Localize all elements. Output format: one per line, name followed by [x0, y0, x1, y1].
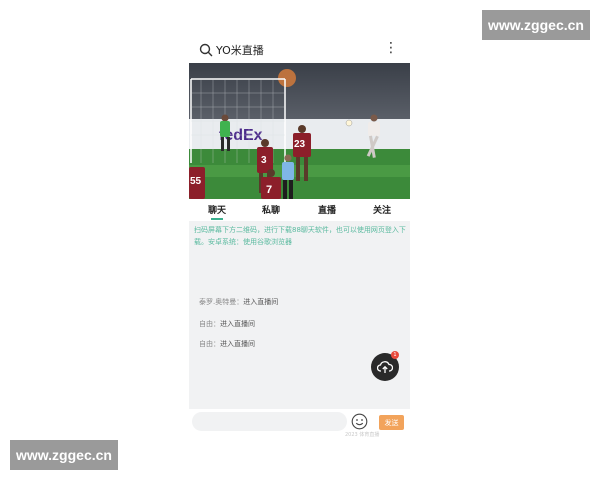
chat-text: 进入直播间: [243, 298, 279, 306]
stadium-stands: [189, 63, 410, 119]
tab-live[interactable]: 直播: [318, 203, 336, 216]
jersey-number-23: 23: [294, 139, 306, 150]
tab-private-chat[interactable]: 私聊: [262, 203, 280, 216]
tab-chat[interactable]: 聊天: [208, 203, 226, 216]
watermark-top: www.zggec.cn: [482, 10, 590, 40]
live-video-player[interactable]: fedEx 55 3 23 7: [189, 63, 410, 199]
tab-bar: 聊天 私聊 直播 关注: [189, 199, 410, 221]
watermark-bottom: www.zggec.cn: [10, 440, 118, 470]
chat-message: 泰罗.奥特曼：进入直播间: [199, 297, 278, 307]
jersey-number-55: 55: [190, 176, 202, 187]
chat-input[interactable]: [192, 412, 347, 431]
chat-panel[interactable]: 扫码屏幕下方二维码，进行下载88聊天软件，也可以使用网页登入下载。安卓系统：使用…: [189, 221, 410, 409]
chat-text: 进入直播间: [220, 320, 255, 328]
jersey-number-3: 3: [261, 155, 267, 166]
app-screen: YO米直播 ⋮ fedEx 55 3 23 7 聊天 私聊 直播 关注 扫码屏幕…: [189, 36, 410, 440]
notification-badge: 1: [391, 351, 399, 359]
stadium-light: [278, 69, 296, 87]
chat-username: 自由：: [199, 340, 220, 348]
chat-username: 自由：: [199, 320, 220, 328]
app-title: YO米直播: [216, 44, 264, 57]
more-vertical-icon[interactable]: ⋮: [384, 39, 398, 57]
emoji-icon[interactable]: [351, 413, 368, 430]
jersey-number-7: 7: [266, 184, 272, 196]
defender-55: 55: [189, 167, 205, 199]
send-button[interactable]: 发送: [379, 415, 404, 430]
active-tab-indicator: [211, 218, 223, 220]
football: [345, 119, 353, 127]
chat-username: 泰罗.奥特曼：: [199, 298, 244, 306]
app-header: YO米直播 ⋮: [189, 36, 410, 63]
chat-notice: 扫码屏幕下方二维码，进行下载88聊天软件，也可以使用网页登入下载。安卓系统：使用…: [194, 226, 406, 246]
chat-input-bar: 发送 2023 体育直播: [189, 409, 410, 440]
chat-message: 自由：进入直播间: [199, 319, 255, 329]
tab-follow[interactable]: 关注: [373, 203, 391, 216]
search-icon[interactable]: [199, 43, 213, 57]
chat-message: 自由：进入直播间: [199, 339, 255, 349]
chat-text: 进入直播间: [220, 340, 255, 348]
faint-watermark-text: 2023 体育直播: [345, 432, 380, 438]
cloud-upload-icon: [377, 361, 393, 373]
